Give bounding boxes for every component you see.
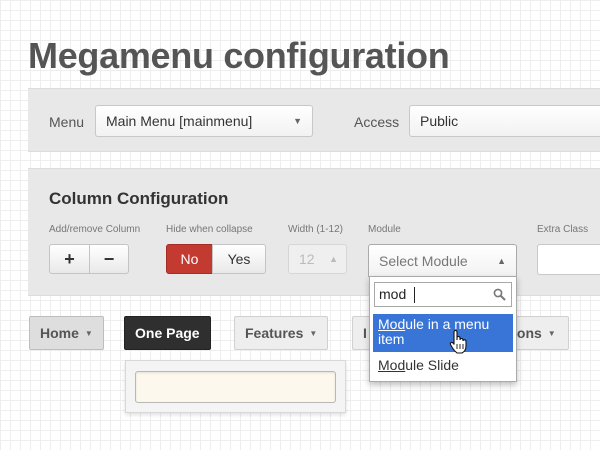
module-label: Module [368,224,401,235]
submenu-column[interactable] [135,371,336,403]
tab-features-label: Features [245,325,304,341]
menu-label: Menu [49,114,85,130]
column-configuration-title: Column Configuration [49,189,229,208]
tab-home[interactable]: Home ▼ [29,316,104,350]
tab-features[interactable]: Features ▼ [234,316,329,350]
module-search-input[interactable]: mod [374,282,512,307]
caret-down-icon: ▼ [293,116,302,126]
access-label: Access [354,114,400,130]
tab-home-label: Home [40,325,79,341]
hide-no-button[interactable]: No [166,244,213,274]
width-label: Width (1-12) [288,224,344,235]
caret-down-icon: ▼ [309,329,318,339]
width-select[interactable]: 12 ▲ [288,244,347,274]
hide-when-collapse-label: Hide when collapse [166,224,253,235]
tab-one-page-label: One Page [135,325,200,341]
module-option-slide[interactable]: Module Slide [373,356,513,376]
module-select[interactable]: Select Module ▲ [368,244,517,277]
tab-partial-right-label: ions [513,325,542,341]
menu-select[interactable]: Main Menu [mainmenu] ▼ [95,105,313,137]
text-cursor [414,287,415,303]
tab-partial-left-label: I [363,325,367,341]
page-title: Megamenu configuration [28,35,450,76]
module-dropdown: mod Module in a menu item Module Slide [369,276,517,382]
module-select-placeholder: Select Module [379,253,468,269]
option-match-text: Mod [378,357,406,373]
module-search-value: mod [379,286,407,302]
hide-yes-button[interactable]: Yes [212,244,266,274]
menu-select-value: Main Menu [mainmenu] [106,113,253,129]
caret-down-icon: ▼ [84,329,93,339]
option-text-line2: item [378,331,405,347]
width-select-value: 12 [299,251,315,267]
tab-one-page[interactable]: One Page [124,316,211,350]
add-column-button[interactable]: + [49,244,90,274]
option-match-text: Mod [378,316,406,332]
search-icon [493,288,506,301]
module-option-menu-item[interactable]: Module in a menu item [373,314,513,352]
extra-class-label: Extra Class [537,224,589,235]
access-select[interactable]: Public [409,105,600,137]
caret-down-icon: ▼ [547,329,556,339]
add-remove-column-label: Add/remove Column [49,224,141,235]
remove-column-button[interactable]: − [89,244,129,274]
option-text: ule Slide [405,357,459,373]
access-select-value: Public [420,113,459,129]
caret-up-down-icon: ▲ [329,254,338,264]
option-text: ule in a menu [405,316,490,332]
hand-cursor-icon [449,330,467,354]
caret-up-icon: ▲ [497,256,506,266]
extra-class-input[interactable] [537,244,600,275]
